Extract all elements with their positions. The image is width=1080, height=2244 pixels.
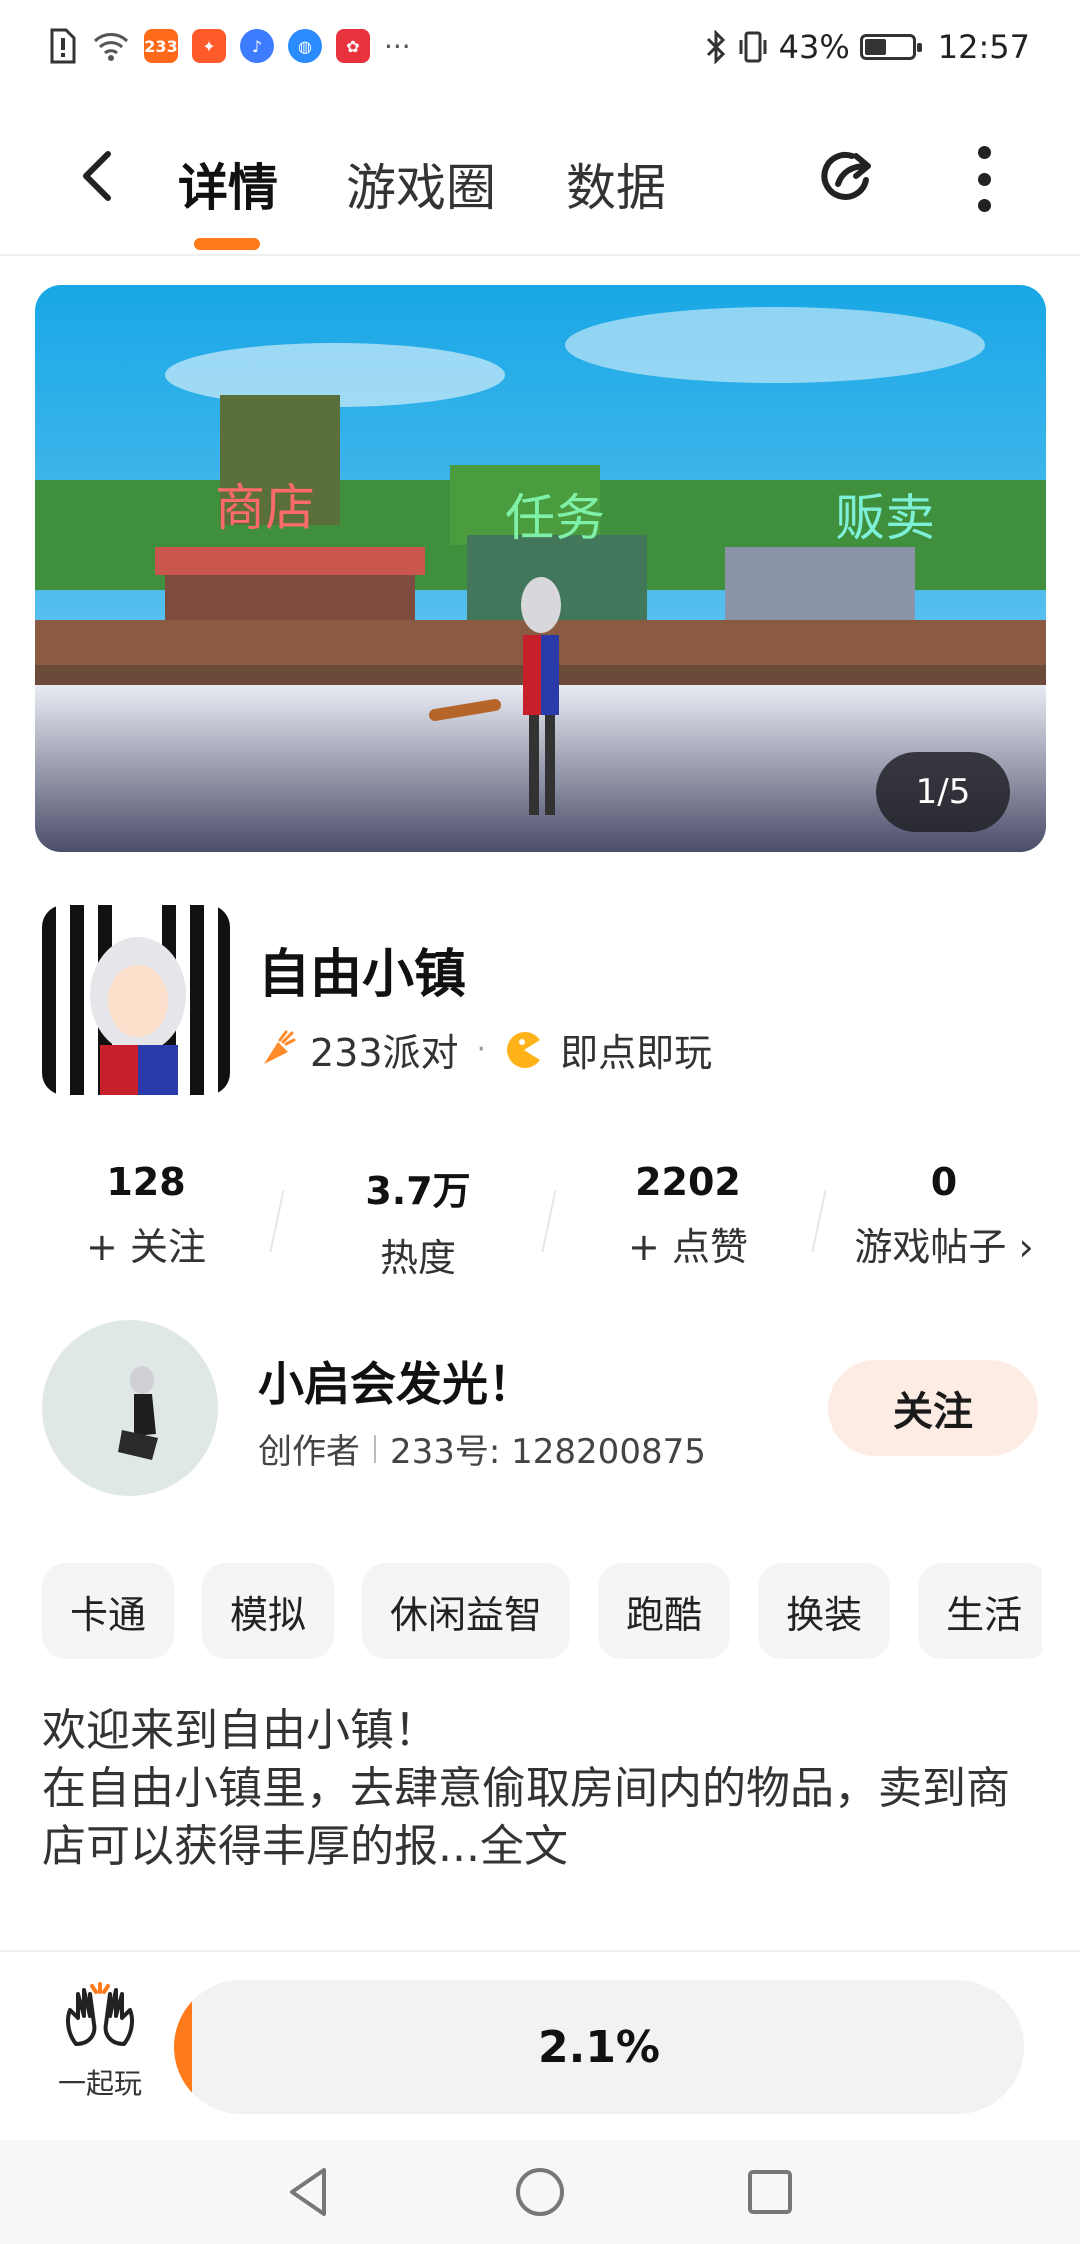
tab-game-circle[interactable]: 游戏圈 (346, 148, 496, 220)
bluetooth-icon (706, 30, 725, 64)
author-info-divider (374, 1434, 376, 1463)
stat-label: + 关注 (86, 1225, 206, 1269)
tag-chip[interactable]: 休闲益智 (362, 1563, 571, 1659)
status-bar-notifications: 233 ✦ ♪ ◍ ✿ ··· (48, 28, 411, 64)
follow-button[interactable]: 关注 (828, 1360, 1038, 1456)
tag-list: 卡通 模拟 休闲益智 跑酷 换装 生活 (42, 1563, 1042, 1661)
author-avatar[interactable] (42, 1320, 218, 1496)
music-icon: ♪ (240, 29, 274, 63)
play-together-button[interactable]: 一起玩 (42, 1982, 158, 2102)
instant-play-icon (507, 1031, 541, 1068)
description-line: 在自由小镇里，去肆意偷取房间内的物品，卖到商店可以获得丰厚的报...全文 (42, 1760, 1042, 1876)
tag-chip[interactable]: 卡通 (42, 1563, 175, 1659)
stat-value: 3.7万 (365, 1169, 471, 1213)
browser-icon: ◍ (288, 29, 322, 63)
more-icon: ··· (384, 29, 411, 63)
platform-label: 233派对 (310, 1031, 459, 1075)
stat-label: 热度 (379, 1236, 456, 1280)
play-mode-label: 即点即玩 (560, 1031, 713, 1075)
sign-shop: 商店 (215, 479, 315, 537)
nav-back-icon[interactable] (282, 2164, 338, 2220)
tag-chip[interactable]: 换装 (758, 1563, 891, 1659)
play-together-label: 一起玩 (57, 2067, 142, 2100)
nav-home-icon[interactable] (512, 2164, 568, 2220)
progress-text: 2.1% (537, 2021, 661, 2073)
huawei-icon: ✿ (336, 29, 370, 63)
stat-likes[interactable]: 2202 + 点赞 (578, 1160, 798, 1271)
stat-follows[interactable]: 128 + 关注 (36, 1160, 256, 1271)
author-name[interactable]: 小启会发光！ (258, 1348, 534, 1414)
author-info: 创作者 233号: 128200875 (258, 1424, 706, 1473)
carousel-counter: 1/5 (876, 752, 1010, 832)
author-id: 233号: 128200875 (390, 1432, 706, 1472)
game-description: 欢迎来到自由小镇！ 在自由小镇里，去肆意偷取房间内的物品，卖到商店可以获得丰厚的… (42, 1702, 1042, 1876)
stat-label: 游戏帖子 › (854, 1225, 1034, 1269)
vibrate-icon (739, 31, 767, 63)
bottom-action-bar: 一起玩 2.1% (0, 1950, 1080, 2140)
status-bar: 233 ✦ ♪ ◍ ✿ ··· 43% 12:57 (0, 0, 1080, 96)
game-title: 自由小镇 (258, 945, 467, 1005)
stat-value: 2202 (635, 1160, 741, 1204)
stat-divider (269, 1190, 285, 1252)
carrot-icon (264, 1030, 296, 1064)
wifi-icon (93, 33, 129, 61)
clock: 12:57 (937, 28, 1030, 66)
screenshot-carousel[interactable]: 商店 任务 贩卖 1/5 (35, 285, 1046, 852)
tab-data[interactable]: 数据 (566, 148, 666, 220)
stat-value: 0 (930, 1160, 958, 1204)
read-more-link[interactable]: ...全文 (438, 1821, 568, 1872)
download-progress-button[interactable]: 2.1% (174, 1980, 1024, 2114)
stat-label: + 点赞 (628, 1225, 748, 1269)
stat-value: 128 (106, 1160, 186, 1204)
tag-chip[interactable]: 跑酷 (598, 1563, 731, 1659)
active-tab-indicator (194, 238, 260, 250)
battery-icon (859, 34, 922, 60)
app-party-icon: ✦ (192, 29, 226, 63)
back-icon[interactable] (70, 146, 130, 206)
author-role: 创作者 (258, 1432, 360, 1472)
description-line: 欢迎来到自由小镇！ (42, 1705, 438, 1756)
top-nav: 详情 游戏圈 数据 (0, 96, 1080, 256)
nav-recents-icon[interactable] (742, 2164, 798, 2220)
stat-posts[interactable]: 0 游戏帖子 › (834, 1160, 1054, 1271)
game-stats: 128 + 关注 3.7万 热度 2202 + 点赞 0 游戏帖子 › (0, 1160, 1080, 1280)
status-bar-system: 43% 12:57 (705, 28, 1030, 66)
meta-separator: · (476, 1032, 487, 1067)
stat-divider (541, 1190, 557, 1252)
more-options-icon[interactable] (962, 146, 1006, 212)
game-icon (42, 905, 230, 1095)
stat-divider (811, 1190, 827, 1252)
tag-chip[interactable]: 模拟 (202, 1563, 335, 1659)
game-meta: 233派对 · 即点即玩 (258, 1022, 712, 1077)
share-icon[interactable] (812, 144, 882, 214)
high-five-icon (66, 1982, 134, 2046)
app-233-icon: 233 (144, 29, 178, 63)
tab-details[interactable]: 详情 (178, 148, 278, 220)
sign-quest: 任务 (505, 489, 605, 547)
sign-sell: 贩卖 (835, 489, 935, 547)
alert-icon (50, 28, 76, 64)
system-nav-bar (0, 2140, 1080, 2244)
stat-popularity: 3.7万 热度 (308, 1160, 528, 1282)
battery-level (864, 39, 887, 55)
tag-chip[interactable]: 生活 (918, 1563, 1042, 1659)
battery-percent: 43% (778, 28, 850, 66)
